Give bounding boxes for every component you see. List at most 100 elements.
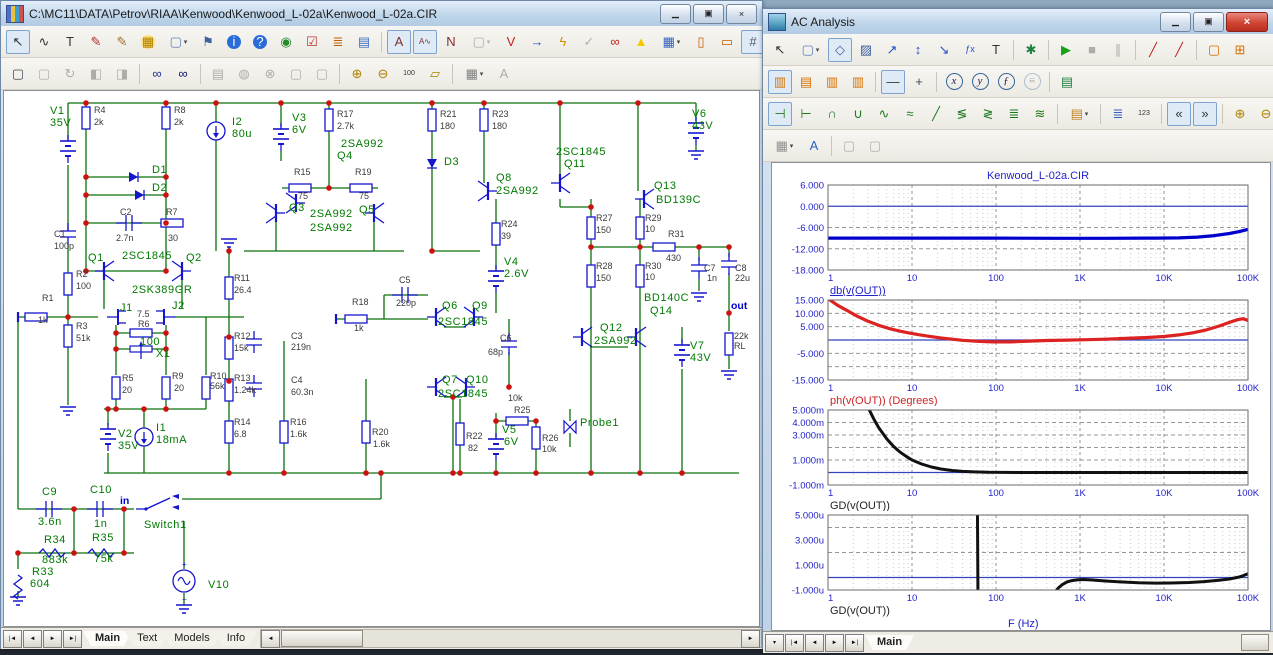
- grid-options-icon[interactable]: ▦▾: [655, 30, 687, 54]
- design-notes-icon[interactable]: ▤: [352, 30, 376, 54]
- prev-page-button[interactable]: ◄: [23, 630, 42, 648]
- data-points-icon[interactable]: ⊞: [1228, 38, 1252, 62]
- chart-ph[interactable]: 15.00010.0005.000-5.000-15.0001101001K10…: [778, 296, 1259, 406]
- text-mode-icon[interactable]: T: [984, 38, 1008, 62]
- tab-main[interactable]: Main: [83, 631, 132, 646]
- show-conditions-icon[interactable]: ✓: [577, 30, 601, 54]
- clipboard-icon[interactable]: ▤▾: [1063, 102, 1095, 126]
- close-button[interactable]: ×: [726, 4, 757, 24]
- run-icon[interactable]: ▶: [1054, 38, 1078, 62]
- inflection-icon[interactable]: ≶: [950, 102, 974, 126]
- first-page-button[interactable]: |◄: [3, 630, 22, 648]
- negative-slope-cursor-icon[interactable]: ╱: [1167, 38, 1191, 62]
- schematic-canvas[interactable]: +−V135VR42kR82kI280uV36VR172.7k2SA992Q4R…: [3, 90, 760, 627]
- plot-group-4-icon[interactable]: ▥: [846, 70, 870, 94]
- grid-display-icon[interactable]: ▦▾: [458, 62, 490, 86]
- select-tool-icon[interactable]: ↖: [768, 38, 792, 62]
- show-power-icon[interactable]: ϟ: [551, 30, 575, 54]
- ac-titlebar[interactable]: AC Analysis ▁ ▣ ×: [763, 9, 1273, 34]
- page-scroll-icon[interactable]: ▱: [423, 62, 447, 86]
- plot-group-3-icon[interactable]: ▥: [820, 70, 844, 94]
- tab-models[interactable]: Models: [162, 631, 221, 646]
- plot-pages-icon[interactable]: ▦▾: [768, 134, 800, 158]
- y-axis-settings-icon[interactable]: y: [968, 70, 992, 94]
- show-currents-icon[interactable]: →: [525, 30, 549, 54]
- zoom-out-icon[interactable]: ⊖: [371, 62, 395, 86]
- first-page-button[interactable]: |◄: [785, 634, 804, 652]
- tracker-cursor-icon[interactable]: +: [907, 70, 931, 94]
- scroll-right-arrow[interactable]: ►: [741, 630, 760, 648]
- check-model-icon[interactable]: ☑: [300, 30, 324, 54]
- help-mode-icon[interactable]: ?: [248, 30, 272, 54]
- envelope-icon[interactable]: ≋: [1028, 102, 1052, 126]
- pause-icon[interactable]: ∥: [1106, 38, 1130, 62]
- show-node-numbers-icon[interactable]: N: [439, 30, 463, 54]
- find-icon[interactable]: ∞: [145, 62, 169, 86]
- last-page-button[interactable]: ►|: [63, 630, 82, 648]
- zoom-in-icon[interactable]: ⊕: [1228, 102, 1252, 126]
- component-list-icon[interactable]: ≣: [326, 30, 350, 54]
- mirror-horizontal-icon[interactable]: ◧: [84, 62, 108, 86]
- show-pin-connections-icon[interactable]: ∞: [603, 30, 627, 54]
- positive-slope-cursor-icon[interactable]: ╱: [1141, 38, 1165, 62]
- scrollbar-thumb[interactable]: [1241, 634, 1269, 651]
- replace-icon[interactable]: ▤: [206, 62, 230, 86]
- schematic-svg[interactable]: +−V135VR42kR82kI280uV36VR172.7k2SA992Q4R…: [4, 91, 760, 624]
- go-to-performance-icon[interactable]: 123: [1132, 102, 1156, 126]
- minimize-button[interactable]: ▁: [660, 4, 691, 24]
- scrollbar-thumb[interactable]: [281, 630, 363, 647]
- numeric-output-icon[interactable]: ▤: [1055, 70, 1079, 94]
- clip-region-icon[interactable]: ▢: [32, 62, 56, 86]
- device-warnings-icon[interactable]: ▲: [629, 30, 653, 54]
- valley-icon[interactable]: ∪: [846, 102, 870, 126]
- select-region-icon[interactable]: ▢: [1202, 38, 1226, 62]
- stop-icon[interactable]: ■: [1080, 38, 1104, 62]
- show-attribute-text-icon[interactable]: A: [387, 30, 411, 54]
- slope-icon[interactable]: ╱: [924, 102, 948, 126]
- zoom-window-icon[interactable]: ↘: [932, 38, 956, 62]
- cursor-left-icon[interactable]: «: [1167, 102, 1191, 126]
- restore-button[interactable]: ▣: [1193, 12, 1224, 32]
- last-page-button[interactable]: ►|: [845, 634, 864, 652]
- zoom-out-icon[interactable]: ⊖: [1254, 102, 1273, 126]
- page-dropdown-button[interactable]: ▾: [765, 634, 784, 652]
- low-icon[interactable]: ≈: [898, 102, 922, 126]
- polygon-draw-icon[interactable]: ✎: [110, 30, 134, 54]
- plot-group-2-icon[interactable]: ▤: [794, 70, 818, 94]
- copy-disabled-icon[interactable]: ▢▾: [465, 30, 497, 54]
- tab-info[interactable]: Info: [215, 631, 257, 646]
- horizontal-cursor-icon[interactable]: —: [881, 70, 905, 94]
- prev-page-button[interactable]: ◄: [805, 634, 824, 652]
- tab-text[interactable]: Text: [125, 631, 169, 646]
- paste-group-icon[interactable]: ▢: [310, 62, 334, 86]
- stop-sign-icon[interactable]: ◍: [232, 62, 256, 86]
- minimize-button[interactable]: ▁: [1160, 12, 1191, 32]
- plot-group-1-icon[interactable]: ▥: [768, 70, 792, 94]
- global-high-icon[interactable]: ≷: [976, 102, 1000, 126]
- chart-db[interactable]: 6.0000.000-6.000-12.000-18.0001101001K10…: [778, 167, 1259, 296]
- close-button[interactable]: ×: [1226, 12, 1268, 32]
- cancel-icon[interactable]: ⊗: [258, 62, 282, 86]
- zoom-y-icon[interactable]: ↕: [906, 38, 930, 62]
- find-component-icon[interactable]: ▦: [136, 30, 160, 54]
- cursor-mode-icon[interactable]: ▨: [854, 38, 878, 62]
- wire-mode-icon[interactable]: ∿: [32, 30, 56, 54]
- high-icon[interactable]: ∿: [872, 102, 896, 126]
- fx-axis-settings-icon[interactable]: ƒ: [994, 70, 1018, 94]
- go-to-branch-right-icon[interactable]: ⊢: [794, 102, 818, 126]
- scroll-left-arrow[interactable]: ◄: [261, 630, 280, 648]
- new-page-icon[interactable]: ▯: [689, 30, 713, 54]
- link-mode-icon[interactable]: ◉: [274, 30, 298, 54]
- horizontal-scrollbar[interactable]: ◄ ►: [260, 629, 762, 648]
- text-mode-icon[interactable]: T: [58, 30, 82, 54]
- copy-tool-icon[interactable]: ▢▾: [794, 38, 826, 62]
- line-draw-icon[interactable]: ✎: [84, 30, 108, 54]
- copy-group-icon[interactable]: ▢: [284, 62, 308, 86]
- zoom-x-icon[interactable]: ↗: [880, 38, 904, 62]
- select-tool-icon[interactable]: ↖: [6, 30, 30, 54]
- select-area-icon[interactable]: ▢: [6, 62, 30, 86]
- show-node-voltages-icon[interactable]: V: [499, 30, 523, 54]
- x-axis-settings-icon[interactable]: x: [942, 70, 966, 94]
- scale-mode-icon[interactable]: ◇: [828, 38, 852, 62]
- info-mode-icon[interactable]: i: [222, 30, 246, 54]
